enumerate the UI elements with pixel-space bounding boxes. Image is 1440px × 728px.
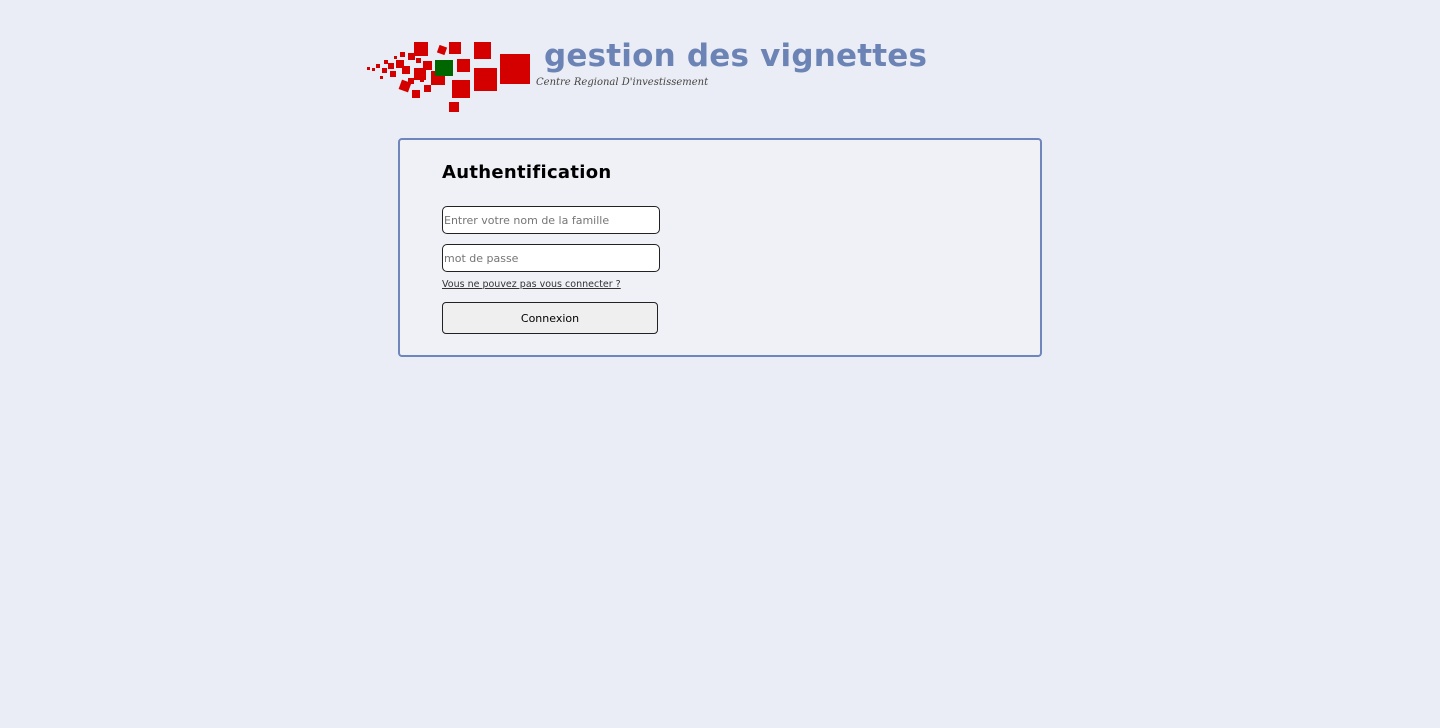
app-subtitle: Centre Regional D'investissement xyxy=(536,77,709,88)
app-title: gestion des vignettes xyxy=(544,38,928,74)
cannot-connect-link[interactable]: Vous ne pouvez pas vous connecter ? xyxy=(442,279,621,290)
login-panel: Authentification Vous ne pouvez pas vous… xyxy=(398,138,1042,357)
login-heading: Authentification xyxy=(442,162,612,183)
login-page: gestion des vignettes Centre Regional D'… xyxy=(0,0,1440,728)
connexion-button[interactable]: Connexion xyxy=(442,302,658,334)
username-input[interactable] xyxy=(442,206,660,234)
red-squares-logo-icon xyxy=(367,42,530,112)
password-input[interactable] xyxy=(442,244,660,272)
site-header: gestion des vignettes Centre Regional D'… xyxy=(364,38,927,118)
